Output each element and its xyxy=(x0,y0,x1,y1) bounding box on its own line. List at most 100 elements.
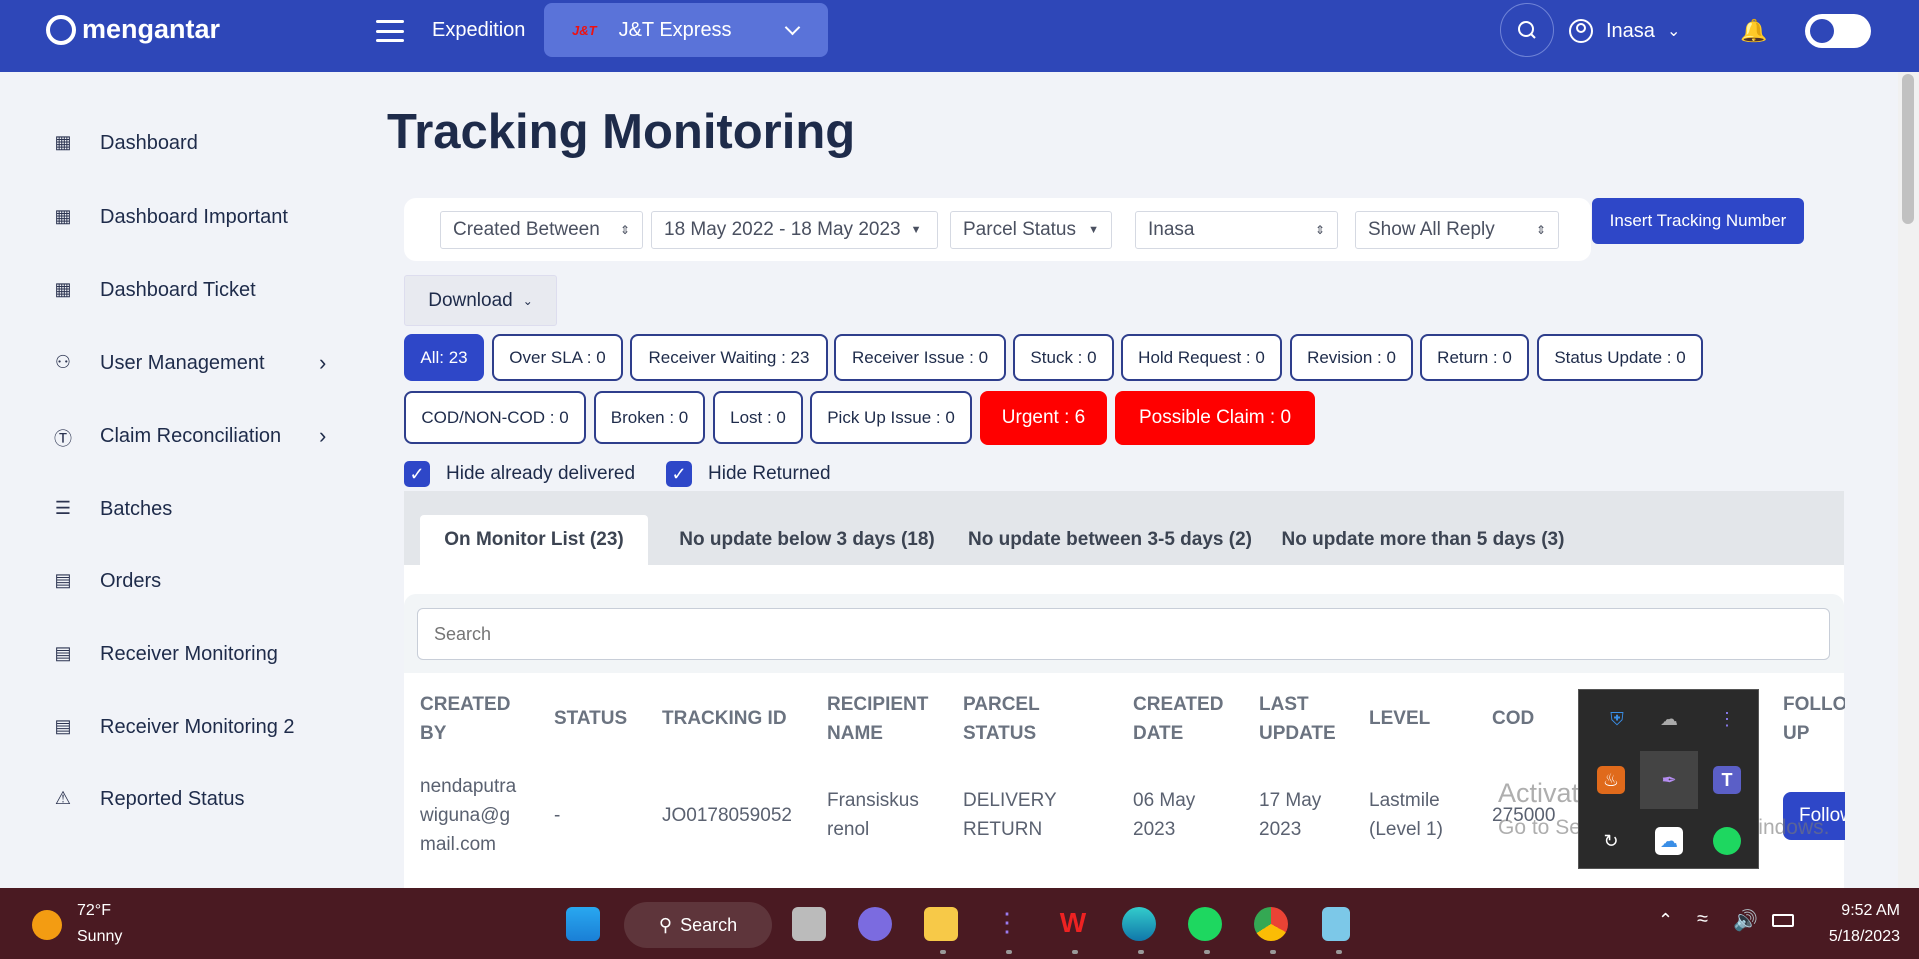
spotify-icon[interactable] xyxy=(1188,907,1222,941)
col-status[interactable]: STATUS xyxy=(554,704,627,733)
sidebar-item-dashboard-ticket[interactable]: ▦ Dashboard Ticket xyxy=(52,275,255,305)
list-icon: ▤ xyxy=(54,570,72,590)
defender-warning-icon[interactable]: ⛨ xyxy=(1603,705,1631,733)
chip-status-update[interactable]: Status Update : 0 xyxy=(1537,334,1703,381)
jt-logo: J&T xyxy=(572,22,597,38)
notepad-icon[interactable] xyxy=(1322,907,1350,941)
col-follow-up[interactable]: FOLLOW UP xyxy=(1783,690,1845,748)
sidebar-item-receiver-monitoring[interactable]: ▤ Receiver Monitoring xyxy=(52,639,277,669)
reply-select[interactable]: Show All Reply ⇕ xyxy=(1355,211,1559,249)
brand-logo[interactable]: mengantar xyxy=(46,14,220,45)
onedrive-off-icon[interactable]: ☁ xyxy=(1655,705,1683,733)
menu-icon[interactable] xyxy=(376,20,404,42)
insert-tracking-number-button[interactable]: Insert Tracking Number xyxy=(1592,198,1804,244)
user-select[interactable]: Inasa ⇕ xyxy=(1135,211,1338,249)
teams-icon[interactable]: T xyxy=(1713,766,1741,794)
date-range-picker[interactable]: 18 May 2022 - 18 May 2023 ▼ xyxy=(651,211,938,249)
header-text: STATUS xyxy=(963,723,1037,744)
courier-select[interactable]: J&T J&T Express xyxy=(544,3,828,57)
edge-icon[interactable] xyxy=(1122,907,1156,941)
file-explorer-icon[interactable] xyxy=(924,907,958,941)
tab-on-monitor-list[interactable]: On Monitor List (23) xyxy=(420,515,648,565)
chip-pick-up-issue[interactable]: Pick Up Issue : 0 xyxy=(810,391,972,444)
cloud-icon[interactable]: ☁ xyxy=(1655,827,1683,855)
user-menu[interactable]: Inasa ⌄ xyxy=(1568,18,1680,44)
date-type-select[interactable]: Created Between ⇕ xyxy=(440,211,643,249)
chip-stuck[interactable]: Stuck : 0 xyxy=(1013,334,1114,381)
sidebar-item-dashboard-important[interactable]: ▦ Dashboard Important xyxy=(52,202,287,232)
chip-lost[interactable]: Lost : 0 xyxy=(713,391,803,444)
windows-start-icon[interactable] xyxy=(566,907,600,941)
hide-delivered-checkbox[interactable]: ✓ Hide already delivered xyxy=(404,461,635,487)
hide-returned-checkbox[interactable]: ✓ Hide Returned xyxy=(666,461,831,487)
sidebar-item-user-management[interactable]: ⚇ User Management › xyxy=(52,348,342,378)
search-input[interactable] xyxy=(417,608,1830,660)
chip-hold-request[interactable]: Hold Request : 0 xyxy=(1121,334,1282,381)
sync-icon[interactable]: ↻ xyxy=(1597,827,1625,855)
weather-desc[interactable]: Sunny xyxy=(77,928,122,946)
task-view-icon[interactable] xyxy=(792,907,826,941)
chip-revision[interactable]: Revision : 0 xyxy=(1290,334,1413,381)
battery-icon[interactable] xyxy=(1772,914,1794,927)
chrome-icon[interactable] xyxy=(1254,907,1288,941)
col-recipient-name[interactable]: RECIPIENT NAME xyxy=(827,690,928,748)
voice-icon[interactable]: ⋮ xyxy=(990,907,1024,941)
col-parcel-status[interactable]: PARCEL STATUS xyxy=(963,690,1040,748)
tab-more-5-days[interactable]: No update more than 5 days (3) xyxy=(1270,515,1576,565)
col-cod[interactable]: COD xyxy=(1492,704,1534,733)
sidebar-item-dashboard[interactable]: ▦ Dashboard xyxy=(52,128,197,158)
volume-icon[interactable]: 🔊 xyxy=(1733,908,1758,933)
running-indicator xyxy=(1270,950,1276,954)
clock-date[interactable]: 5/18/2023 xyxy=(1810,928,1900,946)
chip-urgent[interactable]: Urgent : 6 xyxy=(980,391,1107,445)
search-button[interactable] xyxy=(1500,3,1554,57)
clock-time[interactable]: 9:52 AM xyxy=(1830,902,1900,920)
col-level[interactable]: LEVEL xyxy=(1369,704,1430,733)
header-text: PARCEL xyxy=(963,694,1040,715)
java-icon[interactable]: ♨ xyxy=(1597,766,1625,794)
feather-icon[interactable]: ✒ xyxy=(1655,766,1683,794)
cell-text: wiguna@g xyxy=(420,805,511,826)
col-created-by[interactable]: CREATED BY xyxy=(420,690,510,748)
running-indicator xyxy=(1336,950,1342,954)
wifi-icon[interactable]: ≈ xyxy=(1697,908,1708,931)
search-icon: ⚲ xyxy=(658,914,673,935)
taskbar-search[interactable]: ⚲ Search xyxy=(624,902,772,948)
tray-chevron-up-icon[interactable]: ⌃ xyxy=(1658,910,1673,931)
cell-text: Fransiskus xyxy=(827,790,919,811)
sidebar-item-claim-reconciliation[interactable]: Ⓣ Claim Reconciliation › xyxy=(52,421,342,451)
scrollbar-thumb[interactable] xyxy=(1902,74,1914,224)
download-button[interactable]: Download ⌄ xyxy=(404,275,557,326)
sidebar-item-receiver-monitoring-2[interactable]: ▤ Receiver Monitoring 2 xyxy=(52,712,294,742)
col-created-date[interactable]: CREATED DATE xyxy=(1133,690,1223,748)
chip-return[interactable]: Return : 0 xyxy=(1420,334,1529,381)
wps-icon[interactable]: W xyxy=(1056,907,1090,941)
chip-cod[interactable]: COD/NON-COD : 0 xyxy=(404,391,586,444)
select-value: Parcel Status xyxy=(963,219,1076,240)
header-text: BY xyxy=(420,723,447,744)
cell-text: (Level 1) xyxy=(1369,819,1443,840)
sidebar-item-reported-status[interactable]: ⚠ Reported Status xyxy=(52,784,245,814)
weather-temp[interactable]: 72°F xyxy=(77,902,111,920)
bell-icon[interactable]: 🔔 xyxy=(1740,18,1767,44)
sidebar-item-orders[interactable]: ▤ Orders xyxy=(52,566,161,596)
tab-below-3-days[interactable]: No update below 3 days (18) xyxy=(662,515,952,565)
cell-tracking-id[interactable]: JO0178059052 xyxy=(662,801,792,830)
header-text: CREATED xyxy=(1133,694,1224,715)
chip-over-sla[interactable]: Over SLA : 0 xyxy=(492,334,623,381)
chip-receiver-issue[interactable]: Receiver Issue : 0 xyxy=(834,334,1006,381)
spotify-icon[interactable] xyxy=(1713,827,1741,855)
podcast-icon[interactable]: ⋮ xyxy=(1713,705,1741,733)
theme-toggle[interactable] xyxy=(1805,14,1871,48)
chip-receiver-waiting[interactable]: Receiver Waiting : 23 xyxy=(630,334,828,381)
tab-3-5-days[interactable]: No update between 3-5 days (2) xyxy=(960,515,1260,565)
chip-possible-claim[interactable]: Possible Claim : 0 xyxy=(1115,391,1315,445)
chip-broken[interactable]: Broken : 0 xyxy=(594,391,705,444)
sidebar-item-batches[interactable]: ☰ Batches xyxy=(52,494,172,524)
header-text: NAME xyxy=(827,723,883,744)
col-tracking-id[interactable]: TRACKING ID xyxy=(662,704,787,733)
chip-all[interactable]: All: 23 xyxy=(404,334,484,381)
meet-icon[interactable] xyxy=(858,907,892,941)
parcel-status-select[interactable]: Parcel Status ▼ xyxy=(950,211,1112,249)
col-last-update[interactable]: LAST UPDATE xyxy=(1259,690,1336,748)
